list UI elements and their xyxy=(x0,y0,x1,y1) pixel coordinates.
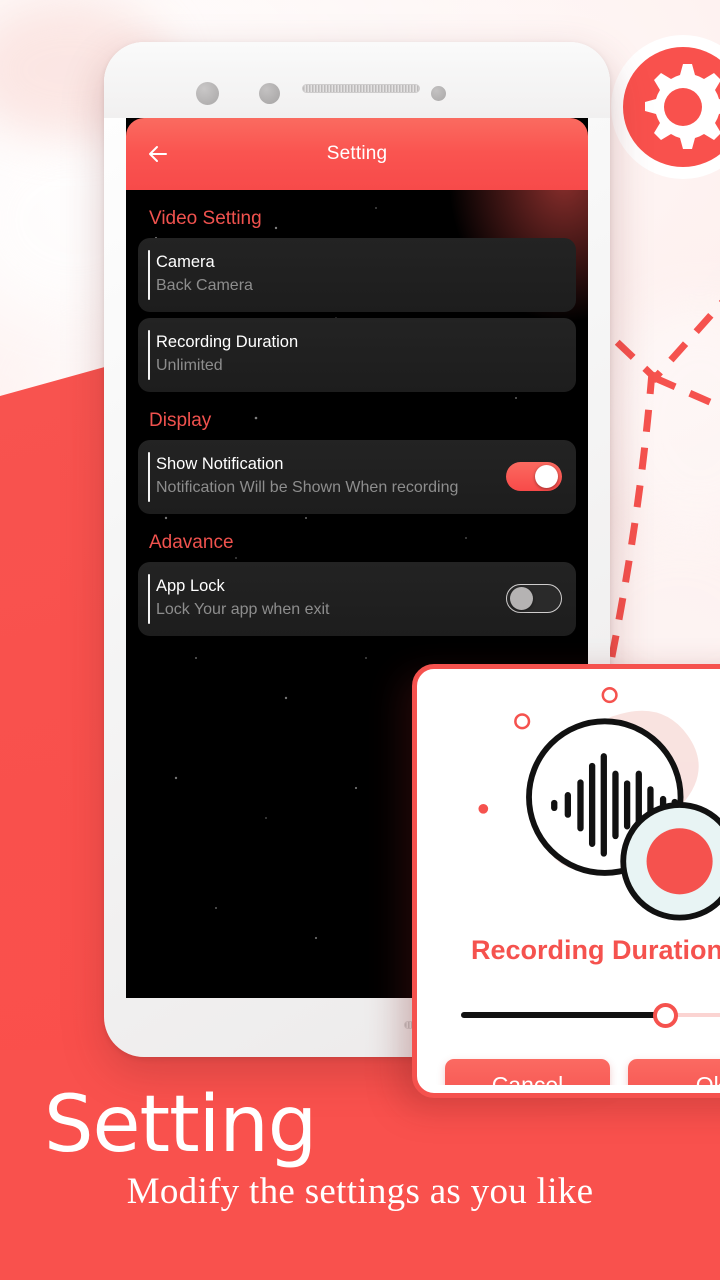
duration-slider[interactable] xyxy=(461,1003,720,1028)
setting-subtitle: Notification Will be Shown When recordin… xyxy=(156,479,459,496)
setting-item-show-notification[interactable]: Show Notification Notification Will be S… xyxy=(138,440,576,514)
setting-title: App Lock xyxy=(156,577,225,595)
setting-subtitle: Lock Your app when exit xyxy=(156,601,330,618)
proximity-sensor-icon xyxy=(259,83,280,104)
gear-icon xyxy=(611,35,720,179)
page-title: Setting xyxy=(326,143,388,164)
slider-fill xyxy=(461,1012,665,1018)
toggle-knob xyxy=(535,464,558,488)
slider-thumb[interactable] xyxy=(653,1003,678,1028)
promo-title: Setting xyxy=(44,1080,317,1170)
show-notification-toggle[interactable] xyxy=(506,461,562,491)
gear-decoration xyxy=(608,32,720,182)
setting-subtitle: Back Camera xyxy=(156,277,253,294)
toggle-knob xyxy=(510,586,533,610)
setting-item-camera[interactable]: Camera Back Camera xyxy=(138,238,576,312)
recording-duration-dialog: Recording Duration Cancel Ok xyxy=(412,664,720,1098)
section-header-video: Video Setting xyxy=(149,208,262,229)
audio-waveform-record-icon xyxy=(478,687,720,921)
setting-subtitle: Unlimited xyxy=(156,357,223,374)
phone-top-bezel xyxy=(104,42,610,118)
promo-subtitle: Modify the settings as you like xyxy=(126,1171,594,1212)
front-camera-icon xyxy=(196,82,219,105)
earpiece-speaker xyxy=(302,84,420,93)
setting-title: Show Notification xyxy=(156,455,284,473)
promo-banner: Setting Modify the settings as you like xyxy=(0,1080,720,1280)
section-header-advance: Adavance xyxy=(149,532,234,553)
setting-title: Camera xyxy=(156,253,215,271)
dialog-title: Recording Duration xyxy=(470,935,720,965)
arrow-left-icon[interactable] xyxy=(144,140,172,168)
light-sensor-icon xyxy=(431,86,446,101)
setting-item-recording-duration[interactable]: Recording Duration Unlimited xyxy=(138,318,576,392)
section-header-display: Display xyxy=(149,410,212,431)
setting-title: Recording Duration xyxy=(156,333,299,351)
setting-item-app-lock[interactable]: App Lock Lock Your app when exit xyxy=(138,562,576,636)
app-lock-toggle[interactable] xyxy=(506,583,562,613)
settings-list: Video Setting Camera Back Camera Recordi… xyxy=(126,208,588,636)
app-bar: Setting xyxy=(126,118,588,190)
